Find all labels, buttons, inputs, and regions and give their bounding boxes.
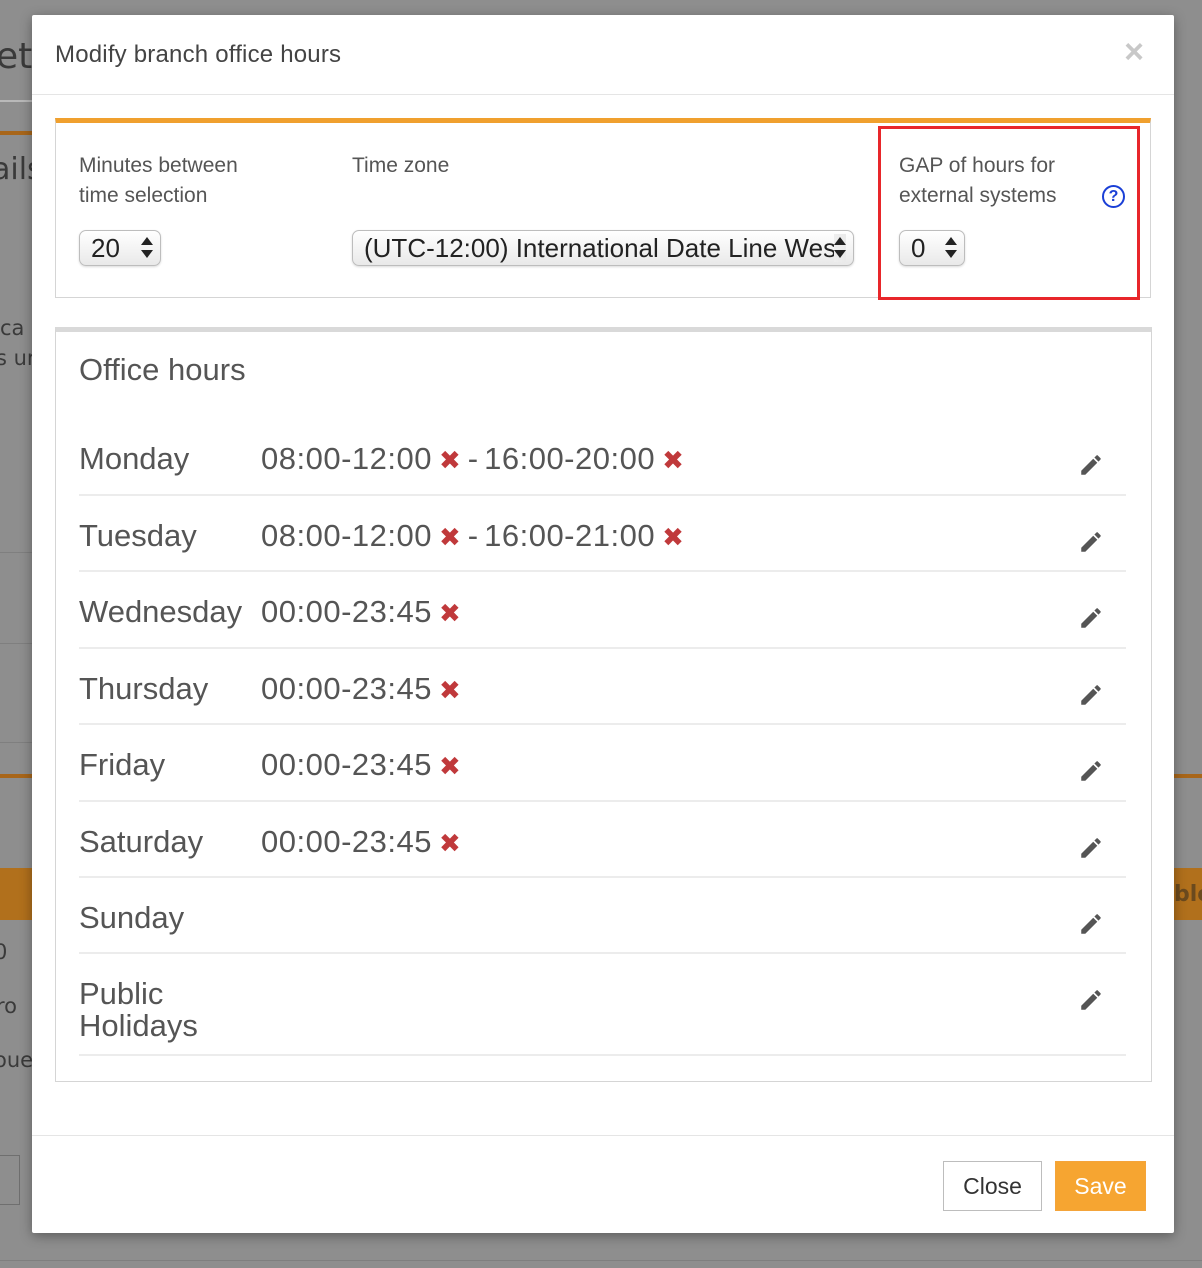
select-arrows-icon [834,234,846,262]
bg-orange-divider [0,131,32,135]
day-row: Tuesday 08:00-12:00 ✖ -16:00-21:00 ✖ [79,496,1126,572]
pencil-icon[interactable] [1078,682,1104,708]
day-row: Public Holidays [79,954,1126,1056]
bg-input [0,1155,20,1205]
delete-slot-icon[interactable]: ✖ [439,751,461,781]
day-name: Wednesday [79,594,243,629]
minutes-select-value: 20 [91,233,120,263]
slot-separator: - [467,441,479,476]
bg-fragment: oue [0,1048,34,1072]
time-slots: 00:00-23:45 ✖ [261,725,466,800]
bg-divider [0,100,32,102]
pencil-icon[interactable] [1078,529,1104,555]
day-name: Public Holidays [79,978,198,1042]
timezone-label: Time zone [352,154,450,177]
office-hours-title: Office hours [79,352,246,387]
day-row: Friday 00:00-23:45 ✖ [79,725,1126,802]
day-name: Sunday [79,900,185,935]
bg-fragment: s ur [0,346,36,370]
minutes-label-line1: Minutes between [79,154,238,177]
delete-slot-icon[interactable]: ✖ [439,828,461,858]
time-slot: 00:00-23:45 [261,671,432,706]
bg-fragment: et [0,36,33,77]
day-row: Saturday 00:00-23:45 ✖ [79,802,1126,878]
day-name: Thursday [79,671,209,706]
bg-divider [0,643,32,644]
time-slot: 16:00-20:00 [484,441,656,476]
bg-orange-divider [0,774,32,778]
day-name: Tuesday [79,518,197,553]
time-slot: 00:00-23:45 [261,594,432,629]
select-arrows-icon [141,234,153,262]
modify-office-hours-modal: Modify branch office hours × Minutes bet… [32,15,1174,1233]
pencil-icon[interactable] [1078,605,1104,631]
time-slot: 08:00-12:00 [261,518,432,553]
modal-header: Modify branch office hours × [32,15,1174,95]
timezone-select[interactable]: (UTC-12:00) International Date Line West [352,230,854,266]
day-row: Thursday 00:00-23:45 ✖ [79,649,1126,725]
delete-slot-icon[interactable]: ✖ [662,522,684,552]
time-slot: 08:00-12:00 [261,441,432,476]
day-name: Monday [79,441,190,476]
modal-title: Modify branch office hours [55,41,342,68]
time-slots: 00:00-23:45 ✖ [261,649,466,723]
bg-fragment: ca [0,316,25,340]
pencil-icon[interactable] [1078,987,1104,1013]
time-slots: 08:00-12:00 ✖ -16:00-21:00 ✖ [261,496,689,570]
day-name: Saturday [79,824,204,859]
day-row: Monday 08:00-12:00 ✖ -16:00-20:00 ✖ [79,419,1126,496]
bg-orange-divider [1174,774,1202,778]
minutes-label-line2: time selection [79,184,208,207]
minutes-label: Minutes between time selection [79,151,238,211]
bg-divider [0,1260,1202,1261]
time-slots: 00:00-23:45 ✖ [261,802,466,876]
timezone-select-value: (UTC-12:00) International Date Line West [364,233,844,263]
bg-orange-header [0,868,32,920]
delete-slot-icon[interactable]: ✖ [439,675,461,705]
pencil-icon[interactable] [1078,452,1104,478]
close-icon[interactable]: × [1124,35,1144,69]
delete-slot-icon[interactable]: ✖ [662,445,684,475]
save-button[interactable]: Save [1055,1161,1146,1211]
close-button[interactable]: Close [943,1161,1042,1211]
pencil-icon[interactable] [1078,758,1104,784]
highlight-box [878,126,1140,300]
delete-slot-icon[interactable]: ✖ [439,522,461,552]
time-slot: 00:00-23:45 [261,747,432,782]
time-slots: 08:00-12:00 ✖ -16:00-20:00 ✖ [261,419,689,494]
day-name-line1: Public [79,976,164,1011]
slot-separator: - [467,518,479,553]
minutes-select[interactable]: 20 [79,230,161,266]
bg-divider [0,552,32,553]
time-slot: 00:00-23:45 [261,824,432,859]
bg-orange-header: ble [1174,868,1202,920]
office-hours-panel: Office hours Monday 08:00-12:00 ✖ -16:00-20… [55,327,1152,1082]
delete-slot-icon[interactable]: ✖ [439,445,461,475]
time-slots: 00:00-23:45 ✖ [261,572,466,647]
pencil-icon[interactable] [1078,911,1104,937]
bg-fragment: ble [1174,882,1202,907]
bg-divider [0,742,32,743]
day-name: Friday [79,747,166,782]
time-slot: 16:00-21:00 [484,518,656,553]
pencil-icon[interactable] [1078,835,1104,861]
bg-fragment: 0 [0,940,8,964]
delete-slot-icon[interactable]: ✖ [439,598,461,628]
bg-fragment: ro [0,994,18,1018]
modal-footer: Close Save [32,1135,1174,1233]
day-row: Sunday [79,878,1126,954]
day-row: Wednesday 00:00-23:45 ✖ [79,572,1126,649]
day-name-line2: Holidays [79,1008,198,1043]
